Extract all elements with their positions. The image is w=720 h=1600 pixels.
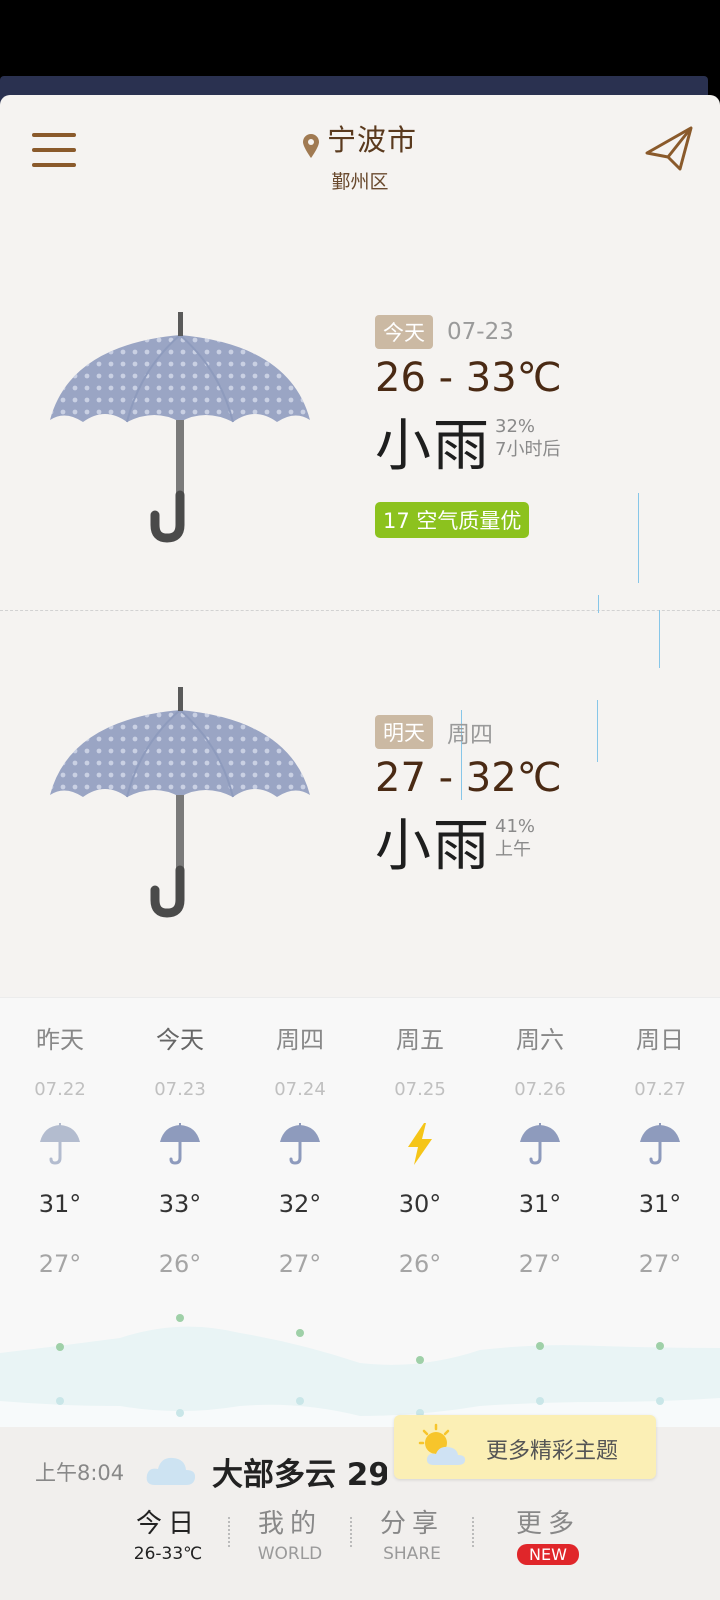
forecast-high: 33° xyxy=(158,1190,202,1218)
forecast-day[interactable]: 周五 07.25 30° 26° xyxy=(360,998,480,1278)
today-precip: 32% xyxy=(495,416,536,437)
forecast-day[interactable]: 今天 07.23 33° 26° xyxy=(120,998,240,1278)
umbrella-icon xyxy=(50,312,310,543)
bottom-panel: 上午8:04 大部多云 29° 更多精彩主题 今日 26-33℃ 我的 WORL… xyxy=(0,1415,720,1600)
umbrella-icon xyxy=(50,687,310,918)
forecast-day-label: 周五 xyxy=(396,1026,444,1054)
more-themes-text: 更多精彩主题 xyxy=(486,1439,619,1464)
location-pin-icon xyxy=(302,133,319,158)
weather-card: 宁波市 鄞州区 今天 07-23 26 - 33℃ 小雨 32% 7小时后 17 空气… xyxy=(0,95,720,1600)
forecast-day-label: 周四 xyxy=(276,1026,324,1054)
new-badge: NEW xyxy=(517,1544,579,1565)
temperature-curve xyxy=(0,1314,720,1428)
lightning-icon xyxy=(408,1123,432,1165)
tomorrow-temp-range: 27 - 32℃ xyxy=(375,755,562,801)
nav-more-label: 更多 xyxy=(515,1509,580,1539)
nav-world-sub: WORLD xyxy=(257,1544,323,1564)
nav-today-label: 今日 xyxy=(135,1509,200,1539)
umbrella-icon xyxy=(640,1123,680,1165)
forecast-day-label: 周日 xyxy=(636,1026,684,1054)
tomorrow-condition: 小雨 xyxy=(375,814,491,879)
tomorrow-precip: 41% xyxy=(495,816,536,837)
forecast-date: 07.23 xyxy=(154,1079,206,1100)
forecast-date: 07.27 xyxy=(634,1079,686,1100)
today-summary[interactable]: 今天 07-23 26 - 33℃ 小雨 32% 7小时后 17 空气质量优 xyxy=(375,315,562,538)
forecast-day-label: 今天 xyxy=(156,1026,204,1054)
forecast-day-label: 昨天 xyxy=(36,1026,84,1054)
forecast-day-label: 周六 xyxy=(516,1026,564,1054)
rain-streak xyxy=(659,610,660,668)
umbrella-icon xyxy=(40,1123,80,1165)
today-tag: 今天 xyxy=(375,315,433,349)
forecast-day[interactable]: 周六 07.26 31° 27° xyxy=(480,998,600,1278)
nav-separator xyxy=(472,1517,476,1547)
umbrella-icon xyxy=(280,1123,320,1165)
location-header[interactable]: 宁波市 鄞州区 xyxy=(0,117,720,194)
city-name: 宁波市 xyxy=(326,123,417,157)
tomorrow-precip-time: 上午 xyxy=(495,839,531,860)
rain-streak xyxy=(598,595,599,613)
tomorrow-summary[interactable]: 明天 周四 27 - 32℃ 小雨 41% 上午 xyxy=(375,715,562,882)
forecast-high: 31° xyxy=(638,1190,682,1218)
nav-world-label: 我的 xyxy=(257,1509,322,1539)
forecast-date: 07.24 xyxy=(274,1079,326,1100)
today-condition: 小雨 xyxy=(375,414,491,479)
today-date: 07-23 xyxy=(447,319,514,345)
nav-share[interactable]: 分享 SHARE xyxy=(352,1503,472,1564)
nav-today-sub: 26-33℃ xyxy=(133,1544,203,1564)
rain-streak xyxy=(597,700,598,762)
nav-world[interactable]: 我的 WORLD xyxy=(230,1503,350,1564)
forecast-high: 30° xyxy=(398,1190,442,1218)
forecast-date: 07.22 xyxy=(34,1079,86,1100)
aqi-badge[interactable]: 17 空气质量优 xyxy=(375,502,530,538)
umbrella-icon xyxy=(520,1123,560,1165)
bottom-nav: 今日 26-33℃ 我的 WORLD 分享 SHARE 更多 NEW xyxy=(0,1503,720,1600)
tomorrow-tag: 明天 xyxy=(375,715,433,749)
forecast-low: 27° xyxy=(638,1250,682,1278)
forecast-low: 27° xyxy=(518,1250,562,1278)
today-precip-time: 7小时后 xyxy=(495,439,561,460)
forecast-strip: 昨天 07.22 31° 27° 今天 07.23 33° 26° 周四 07.… xyxy=(0,997,720,1428)
section-divider xyxy=(0,610,720,611)
today-temp-range: 26 - 33℃ xyxy=(375,355,562,401)
current-time: 上午8:04 xyxy=(35,1461,125,1485)
tomorrow-weekday: 周四 xyxy=(447,722,493,748)
nav-today[interactable]: 今日 26-33℃ xyxy=(108,1503,228,1564)
umbrella-icon xyxy=(160,1123,200,1165)
forecast-high: 31° xyxy=(38,1190,82,1218)
forecast-low: 27° xyxy=(38,1250,82,1278)
sun-cloud-icon xyxy=(418,1423,466,1465)
share-plane-icon[interactable] xyxy=(644,125,694,175)
forecast-day[interactable]: 周日 07.27 31° 27° xyxy=(600,998,720,1278)
more-themes-popup[interactable]: 更多精彩主题 xyxy=(394,1415,656,1479)
rain-streak xyxy=(638,493,639,583)
district-name: 鄞州区 xyxy=(331,171,389,193)
forecast-high: 32° xyxy=(278,1190,322,1218)
cloud-icon xyxy=(146,1457,196,1485)
status-bar xyxy=(0,0,720,76)
forecast-date: 07.25 xyxy=(394,1079,446,1100)
current-condition: 大部多云 29° xyxy=(212,1457,387,1493)
forecast-day[interactable]: 周四 07.24 32° 27° xyxy=(240,998,360,1278)
forecast-date: 07.26 xyxy=(514,1079,566,1100)
nav-share-sub: SHARE xyxy=(383,1544,441,1564)
nav-more[interactable]: 更多 NEW xyxy=(488,1503,608,1565)
nav-share-label: 分享 xyxy=(379,1509,444,1539)
forecast-low: 27° xyxy=(278,1250,322,1278)
forecast-day[interactable]: 昨天 07.22 31° 27° xyxy=(0,998,120,1278)
forecast-low: 26° xyxy=(398,1250,442,1278)
forecast-low: 26° xyxy=(158,1250,202,1278)
forecast-high: 31° xyxy=(518,1190,562,1218)
